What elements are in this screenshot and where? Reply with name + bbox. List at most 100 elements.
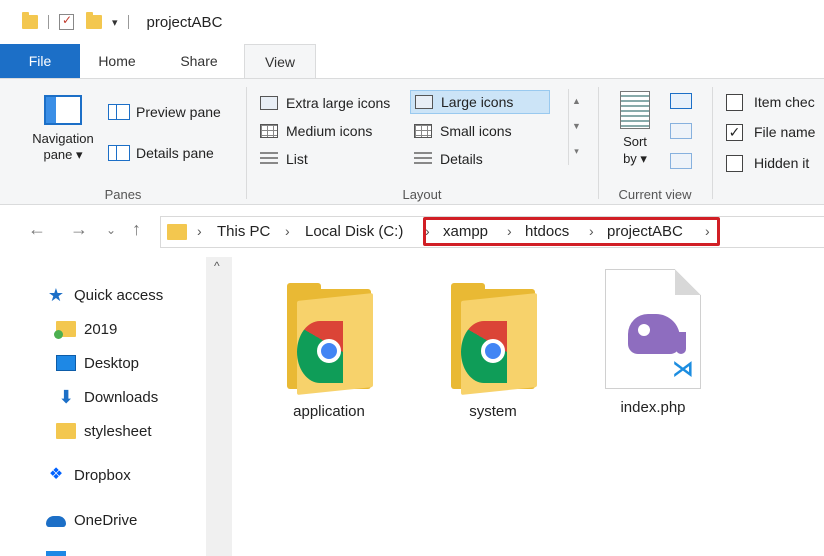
forward-arrow-icon[interactable]: →	[70, 219, 88, 240]
panes-group-label: Panes	[104, 187, 142, 202]
breadcrumb-separator[interactable]: ›	[285, 223, 290, 239]
new-folder-icon[interactable]	[86, 12, 102, 29]
star-icon: ★	[47, 285, 65, 305]
sidebar-item-stylesheet[interactable]: stylesheet	[56, 419, 152, 443]
divider	[48, 15, 49, 29]
sidebar-item-dropbox[interactable]: ❖ Dropbox	[46, 463, 131, 487]
sidebar-item-partial[interactable]	[46, 547, 74, 556]
layout-gallery-scroll[interactable]: ▲ ▼ ▾	[568, 89, 584, 165]
layout-list[interactable]: List	[256, 147, 406, 171]
vscode-icon: ⋊	[672, 356, 694, 381]
tab-view[interactable]: View	[244, 44, 316, 78]
sort-label: Sort	[623, 134, 647, 149]
up-arrow-icon[interactable]: ↑	[132, 219, 141, 240]
item-check-boxes-label: Item chec	[754, 94, 815, 110]
sidebar-item-label: 2019	[84, 320, 118, 338]
extra-large-icons-icon	[260, 96, 278, 110]
hidden-items-checkbox[interactable]	[726, 154, 743, 172]
tab-share[interactable]: Share	[154, 44, 244, 78]
recent-locations-icon[interactable]: ⌄	[106, 223, 116, 237]
details-pane-button[interactable]: Details pane	[108, 142, 214, 164]
sidebar-item-label: Downloads	[84, 388, 159, 406]
tab-file[interactable]: File	[0, 44, 80, 78]
file-name: index.php	[620, 399, 686, 416]
customize-toolbar-icon[interactable]: ▾	[112, 16, 118, 29]
preview-pane-label: Preview pane	[136, 104, 221, 120]
hidden-items-option[interactable]: Hidden it	[726, 152, 809, 174]
desktop-icon	[56, 355, 76, 371]
tab-home[interactable]: Home	[80, 44, 154, 78]
item-check-boxes-option[interactable]: Item chec	[726, 91, 815, 113]
size-columns-icon[interactable]	[670, 153, 692, 169]
scroll-down-icon[interactable]: ▼	[569, 114, 584, 139]
divider	[127, 15, 129, 29]
current-view-group-label: Current view	[618, 187, 692, 202]
sidebar-item-label: stylesheet	[84, 422, 152, 440]
sort-by-button[interactable]: Sort by ▾	[610, 91, 660, 181]
preview-pane-icon	[108, 104, 130, 120]
navigation-pane-sublabel: pane ▾	[43, 147, 83, 162]
layout-group-label: Layout	[402, 187, 442, 202]
sidebar-item-label: Dropbox	[74, 466, 131, 484]
sidebar-item-desktop[interactable]: Desktop	[56, 351, 139, 375]
group-by-icon[interactable]	[670, 93, 692, 109]
download-icon: ⬇	[58, 387, 74, 407]
sidebar-scrollbar[interactable]: ^	[206, 257, 232, 556]
chrome-folder-icon	[447, 281, 539, 395]
navigation-pane-label: Navigation	[32, 131, 94, 146]
item-check-boxes-checkbox[interactable]	[726, 93, 743, 111]
folder-icon	[56, 423, 76, 439]
cloud-icon	[46, 516, 66, 527]
scroll-up-icon[interactable]: ▲	[569, 89, 584, 114]
properties-icon[interactable]	[59, 13, 74, 30]
details-pane-icon	[108, 145, 130, 161]
navigation-pane: ★ Quick access 2019 Desktop ⬇ Downloads …	[0, 257, 232, 556]
back-arrow-icon[interactable]: ←	[28, 219, 46, 240]
layout-medium-icons[interactable]: Medium icons	[256, 119, 406, 143]
file-name-extensions-option[interactable]: ✓ File name	[726, 121, 815, 143]
divider	[712, 87, 713, 199]
chrome-folder-icon	[283, 281, 375, 395]
php-file-icon: ⋊	[605, 269, 701, 389]
expand-gallery-icon[interactable]: ▾	[569, 139, 584, 164]
dropbox-icon: ❖	[48, 466, 64, 483]
navigation-pane-button[interactable]: Navigation pane ▾	[20, 91, 106, 181]
sidebar-item-onedrive[interactable]: OneDrive	[46, 508, 137, 532]
sidebar-item-2019[interactable]: 2019	[54, 317, 118, 341]
layout-small-icons[interactable]: Small icons	[410, 119, 550, 143]
details-pane-label: Details pane	[136, 145, 214, 161]
sidebar-item-downloads[interactable]: ⬇ Downloads	[56, 385, 158, 409]
navigation-pane-icon	[44, 95, 82, 125]
layout-item-label: List	[286, 151, 308, 167]
breadcrumb-local-disk[interactable]: Local Disk (C:)	[305, 223, 403, 240]
sidebar-item-quick-access[interactable]: ★ Quick access	[46, 283, 163, 307]
medium-icons-icon	[260, 124, 278, 138]
file-list: application system ⋊ index.php	[232, 257, 824, 556]
layout-item-label: Large icons	[441, 94, 514, 110]
list-icon	[260, 152, 278, 166]
sort-icon	[620, 91, 650, 129]
title-bar: ▾ projectABC	[0, 0, 824, 44]
folder-icon[interactable]	[22, 12, 38, 29]
breadcrumb-separator[interactable]: ›	[197, 223, 202, 239]
layout-extra-large-icons[interactable]: Extra large icons	[256, 91, 406, 115]
sort-sublabel: by ▾	[623, 151, 647, 166]
file-name-extensions-checkbox[interactable]: ✓	[726, 123, 743, 141]
add-columns-icon[interactable]	[670, 123, 692, 139]
scroll-up-icon[interactable]: ^	[214, 259, 220, 273]
file-item-index-php[interactable]: ⋊ index.php	[588, 267, 718, 427]
preview-pane-button[interactable]: Preview pane	[108, 101, 221, 123]
layout-gallery: Extra large icons Large icons Medium ico…	[254, 89, 584, 167]
sidebar-item-label: OneDrive	[74, 511, 138, 529]
layout-item-label: Medium icons	[286, 123, 373, 139]
sidebar-item-label: Desktop	[84, 354, 140, 372]
php-elephant-icon	[628, 314, 686, 354]
folder-icon	[167, 224, 187, 240]
breadcrumb-this-pc[interactable]: This PC	[217, 223, 270, 240]
file-item-application[interactable]: application	[264, 267, 394, 427]
layout-details[interactable]: Details	[410, 147, 550, 171]
file-item-system[interactable]: system	[428, 267, 558, 427]
layout-item-label: Details	[440, 151, 483, 167]
layout-large-icons[interactable]: Large icons	[410, 90, 550, 114]
window-title: projectABC	[146, 13, 223, 31]
